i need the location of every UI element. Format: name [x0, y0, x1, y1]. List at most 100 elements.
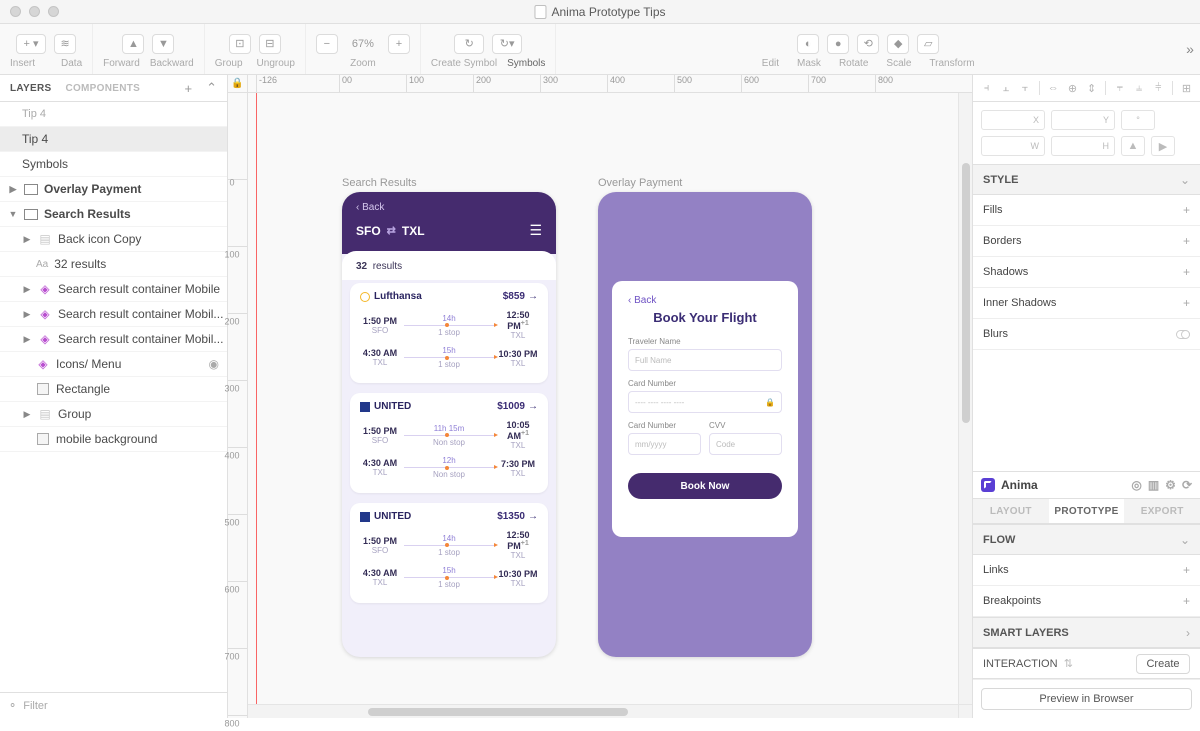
create-symbol-button[interactable]: ↻ — [454, 34, 484, 54]
modal-back[interactable]: ‹ Back — [628, 295, 782, 306]
layer-row[interactable]: ◈Icons/ Menu◉ — [0, 352, 227, 377]
style-section[interactable]: STYLE⌄ — [973, 164, 1200, 195]
guide-line[interactable] — [256, 93, 257, 704]
align-center-icon[interactable]: ⊕ — [1065, 80, 1080, 96]
blurs-toggle[interactable] — [1176, 330, 1190, 339]
tidy-icon[interactable]: ⊞ — [1179, 80, 1194, 96]
card-input[interactable]: ---- ---- ---- ----🔒 — [628, 391, 782, 413]
w-input[interactable]: W — [981, 136, 1045, 156]
edit-button[interactable]: ◐ — [797, 34, 819, 54]
settings-icon[interactable]: ⚙ — [1165, 478, 1176, 492]
artboard-label[interactable]: Search Results — [342, 177, 417, 189]
artboard-row-expanded[interactable]: ▼Search Results — [0, 202, 227, 227]
artboard-overlay-payment[interactable]: ‹ Back Book Your Flight Traveler Name Fu… — [598, 192, 812, 657]
back-link[interactable]: ‹ Back — [356, 202, 542, 213]
tab-components[interactable]: COMPONENTS — [65, 83, 140, 94]
layer-row[interactable]: ▶▤Back icon Copy — [0, 227, 227, 252]
flight-card[interactable]: UNITED$1350→ 1:50 PMSFO 14h1 stop 12:50 … — [350, 503, 548, 603]
smart-layers-section[interactable]: SMART LAYERS› — [973, 617, 1200, 648]
artboard-search-results[interactable]: ‹ Back SFO⇄TXL ☰ 32 results Lufthansa$85… — [342, 192, 556, 657]
align-hcenter-icon[interactable]: ⫠ — [998, 80, 1013, 96]
y-input[interactable]: Y — [1051, 110, 1115, 130]
artboard-label[interactable]: Overlay Payment — [598, 177, 682, 189]
visibility-icon[interactable]: ◉ — [209, 357, 219, 371]
fills-row[interactable]: Fills+ — [973, 195, 1200, 226]
anima-tab-prototype[interactable]: PROTOTYPE — [1049, 499, 1125, 523]
inner-shadows-row[interactable]: Inner Shadows+ — [973, 288, 1200, 319]
add-page-icon[interactable]: + — [185, 81, 193, 96]
layer-row[interactable]: Rectangle — [0, 377, 227, 402]
layer-row[interactable]: ▶◈Search result container Mobil... — [0, 327, 227, 352]
zoom-in[interactable]: + — [388, 34, 410, 54]
canvas[interactable]: Search Results Overlay Payment ‹ Back SF… — [248, 93, 972, 718]
symbols-button[interactable]: ↻▾ — [492, 34, 522, 54]
expiry-input[interactable]: mm/yyyy — [628, 433, 701, 455]
layer-row[interactable]: ▶▤Group — [0, 402, 227, 427]
record-icon[interactable]: ◎ — [1131, 478, 1141, 492]
anima-tab-export[interactable]: EXPORT — [1124, 499, 1200, 523]
breakpoints-row[interactable]: Breakpoints+ — [973, 586, 1200, 617]
scrollbar-horizontal[interactable] — [248, 704, 958, 718]
layer-row[interactable]: ▶◈Search result container Mobile — [0, 277, 227, 302]
align-bottom-icon[interactable]: ⫩ — [1151, 80, 1166, 96]
h-input[interactable]: H — [1051, 136, 1115, 156]
align-vcenter-icon[interactable]: ⫨ — [1131, 80, 1146, 96]
group-button[interactable]: ⊡ — [229, 34, 251, 54]
book-now-button[interactable]: Book Now — [628, 473, 782, 499]
distribute-h-icon[interactable]: ⇔ — [1046, 80, 1061, 96]
mask-button[interactable]: ● — [827, 34, 849, 54]
blurs-row[interactable]: Blurs — [973, 319, 1200, 350]
layer-row[interactable]: Aa32 results — [0, 252, 227, 277]
filter-input[interactable]: Filter — [23, 700, 47, 712]
interaction-row[interactable]: INTERACTION ⇅ Create — [973, 648, 1200, 679]
flight-card[interactable]: UNITED$1009→ 1:50 PMSFO 11h 15mNon stop … — [350, 393, 548, 493]
scrollbar-vertical[interactable] — [958, 93, 972, 704]
page-row[interactable]: Tip 4 — [0, 102, 227, 127]
align-left-icon[interactable]: ⫞ — [979, 80, 994, 96]
flight-card[interactable]: Lufthansa$859→ 1:50 PMSFO 14h1 stop 12:5… — [350, 283, 548, 383]
swap-icon[interactable]: ⇄ — [387, 224, 396, 237]
maximize-window[interactable] — [48, 6, 59, 17]
create-button[interactable]: Create — [1136, 654, 1190, 674]
preview-button[interactable]: Preview in Browser — [981, 688, 1192, 710]
forward-button[interactable]: ▲ — [122, 34, 144, 54]
backward-button[interactable]: ▼ — [152, 34, 174, 54]
panel-icon[interactable]: ▥ — [1148, 478, 1159, 492]
anima-logo-icon — [981, 478, 995, 492]
collapse-pages-icon[interactable]: ⌃ — [206, 80, 217, 96]
refresh-icon[interactable]: ⟳ — [1182, 478, 1192, 492]
zoom-out[interactable]: − — [316, 34, 338, 54]
tab-layers[interactable]: LAYERS — [10, 83, 51, 94]
borders-row[interactable]: Borders+ — [973, 226, 1200, 257]
flip-v-icon[interactable]: ▶ — [1151, 136, 1175, 156]
rotation-input[interactable]: ° — [1121, 110, 1155, 130]
links-row[interactable]: Links+ — [973, 555, 1200, 586]
minimize-window[interactable] — [29, 6, 40, 17]
artboard-row[interactable]: ▶Overlay Payment — [0, 177, 227, 202]
layer-row[interactable]: mobile background — [0, 427, 227, 452]
cvv-input[interactable]: Code — [709, 433, 782, 455]
layer-row[interactable]: ▶◈Search result container Mobil... — [0, 302, 227, 327]
page-row[interactable]: Symbols — [0, 152, 227, 177]
x-input[interactable]: X — [981, 110, 1045, 130]
scale-button[interactable]: ◆ — [887, 34, 909, 54]
align-right-icon[interactable]: ⫟ — [1017, 80, 1032, 96]
traveler-input[interactable]: Full Name — [628, 349, 782, 371]
transform-button[interactable]: ▱ — [917, 34, 939, 54]
data-button[interactable]: ≋ — [54, 34, 76, 54]
shadows-row[interactable]: Shadows+ — [973, 257, 1200, 288]
rotate-button[interactable]: ⟲ — [857, 34, 879, 54]
page-row-selected[interactable]: Tip 4 — [0, 127, 227, 152]
close-window[interactable] — [10, 6, 21, 17]
vertical-ruler: 🔒 0 100 200 300 400 500 600 700 800 — [228, 75, 248, 718]
anima-tab-layout[interactable]: LAYOUT — [973, 499, 1049, 523]
flip-h-icon[interactable]: ▲ — [1121, 136, 1145, 156]
menu-icon[interactable]: ☰ — [529, 222, 542, 239]
toolbar-overflow-icon[interactable]: » — [1180, 24, 1200, 74]
align-top-icon[interactable]: ⫧ — [1112, 80, 1127, 96]
insert-button[interactable]: + ▾ — [16, 34, 46, 54]
lock-icon[interactable]: 🔒 — [228, 75, 247, 93]
distribute-v-icon[interactable]: ⇕ — [1084, 80, 1099, 96]
ungroup-button[interactable]: ⊟ — [259, 34, 281, 54]
flow-section[interactable]: FLOW⌄ — [973, 524, 1200, 555]
